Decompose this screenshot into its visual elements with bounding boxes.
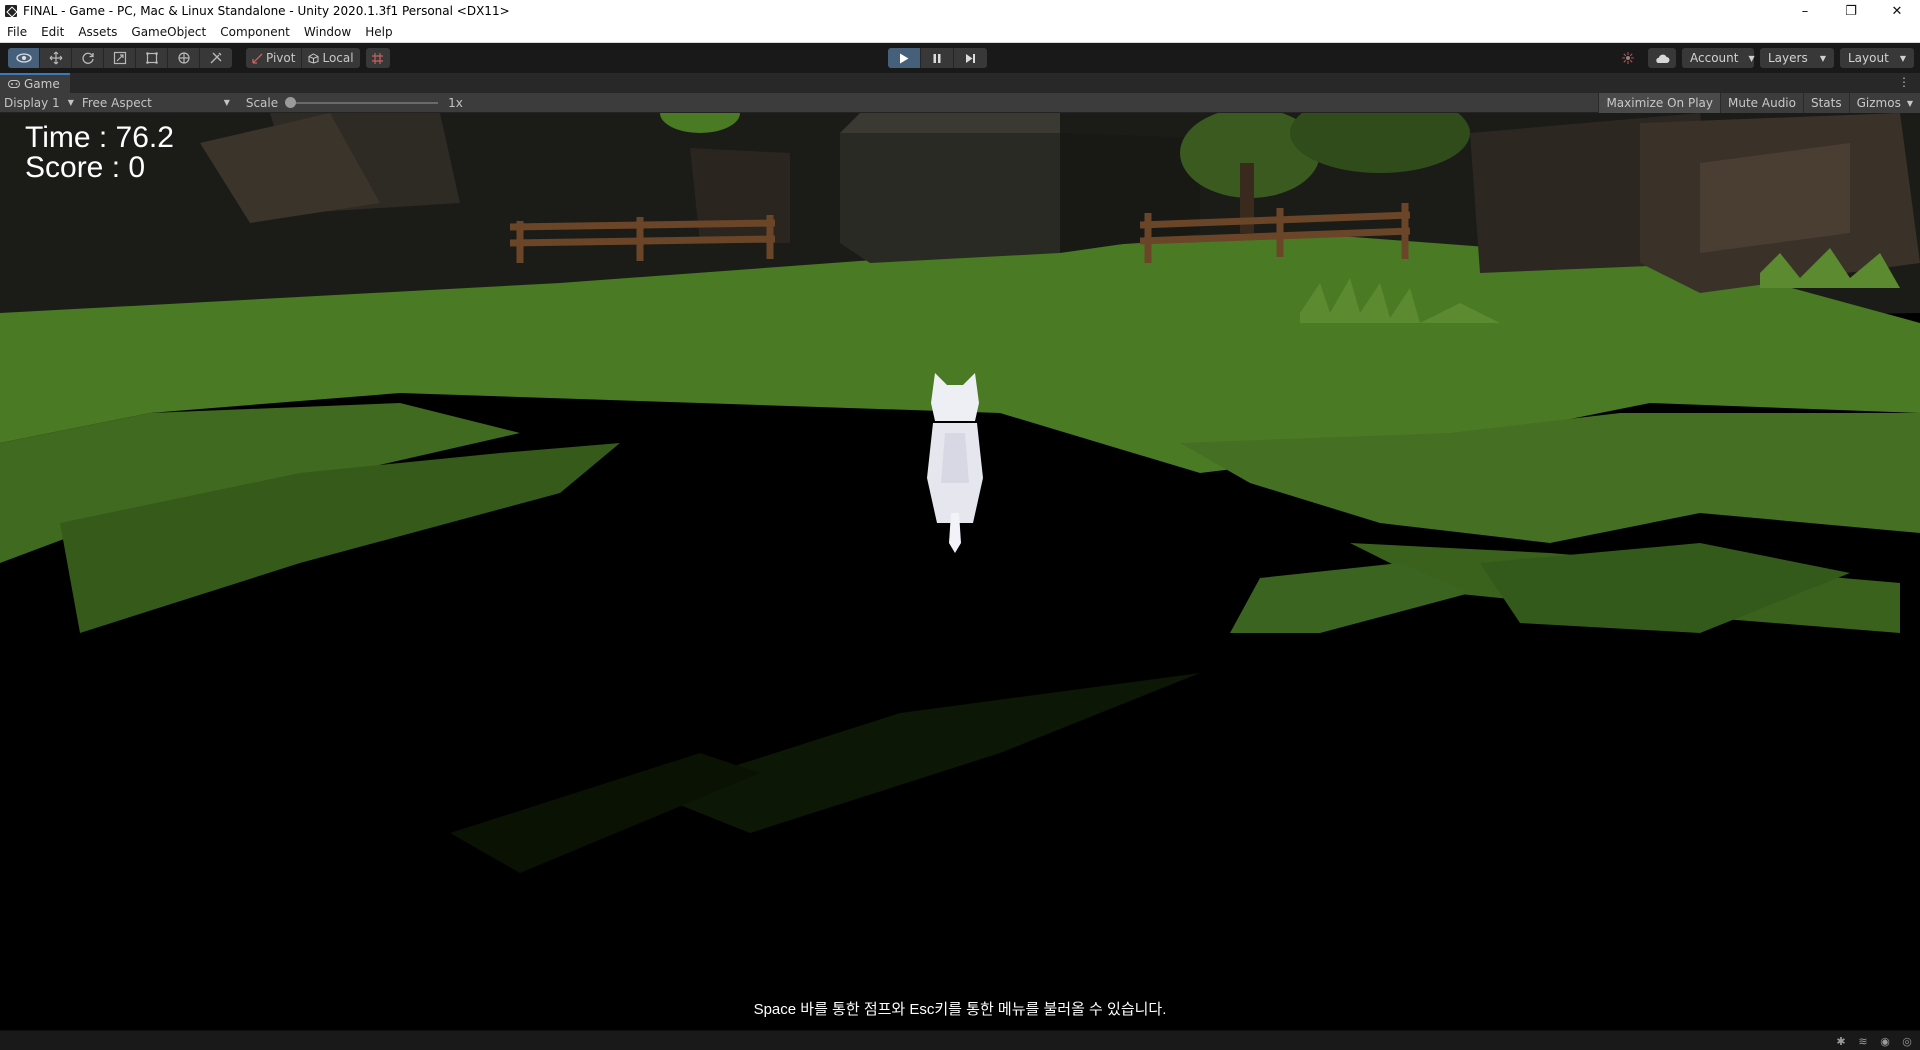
scale-label: Scale: [245, 95, 279, 110]
check-circle-icon[interactable]: ◎: [1900, 1034, 1914, 1048]
chevron-down-icon: ▼: [1748, 53, 1755, 63]
mute-audio-toggle[interactable]: Mute Audio: [1720, 93, 1803, 113]
menu-gameobject[interactable]: GameObject: [124, 22, 213, 43]
chevron-down-icon: ▼: [67, 98, 74, 107]
controls-hint: Space 바를 통한 점프와 Esc키를 통한 메뉴를 불러올 수 있습니다.: [753, 1001, 1167, 1018]
pivot-icon: [252, 53, 263, 64]
status-bar: ✱ ≋ ◉ ◎: [0, 1030, 1920, 1050]
layers-stack-icon[interactable]: ≋: [1856, 1034, 1870, 1048]
main-toolbar: Pivot Local Account ▼ Layers ▼ Layout ▼: [0, 43, 1920, 73]
layers-dropdown[interactable]: Layers ▼: [1760, 48, 1834, 68]
menu-assets[interactable]: Assets: [71, 22, 124, 43]
display-label: Display 1: [4, 95, 60, 110]
transform-tool-icon[interactable]: [168, 48, 200, 68]
play-controls: [888, 48, 987, 68]
scale-value: 1x: [448, 95, 463, 110]
layers-label: Layers: [1768, 51, 1808, 65]
maximize-on-play-toggle[interactable]: Maximize On Play: [1598, 93, 1721, 113]
local-label: Local: [322, 51, 354, 65]
title-bar: FINAL - Game - PC, Mac & Linux Standalon…: [0, 0, 1920, 22]
cloud-icon[interactable]: [1648, 48, 1676, 68]
menu-window[interactable]: Window: [297, 22, 358, 43]
move-tool-icon[interactable]: [40, 48, 72, 68]
collab-icon[interactable]: [1614, 48, 1642, 68]
chevron-down-icon: ▼: [1899, 53, 1906, 63]
menu-edit[interactable]: Edit: [34, 22, 71, 43]
pivot-toggles: Pivot Local: [246, 48, 360, 68]
layout-dropdown[interactable]: Layout ▼: [1840, 48, 1914, 68]
play-icon: [900, 53, 909, 63]
unity-logo-icon: [5, 5, 17, 17]
score-display: Score : 0: [25, 151, 146, 184]
restore-button[interactable]: ❐: [1828, 0, 1874, 22]
scale-slider[interactable]: [285, 96, 439, 108]
account-label: Account: [1690, 51, 1739, 65]
chevron-down-icon: ▼: [223, 98, 230, 107]
menu-help[interactable]: Help: [358, 22, 399, 43]
custom-tool-icon[interactable]: [200, 48, 232, 68]
rotate-tool-icon[interactable]: [72, 48, 104, 68]
window-controls: – ❐ ✕: [1782, 0, 1920, 22]
minimize-button[interactable]: –: [1782, 0, 1828, 22]
play-button[interactable]: [888, 48, 921, 68]
game-viewport[interactable]: Time : 76.2 Score : 0 Space 바를 통한 점프와 Es…: [0, 113, 1920, 1030]
chevron-down-icon: ▼: [1906, 98, 1913, 108]
panel-tab-bar: Game ⋮: [0, 73, 1920, 93]
pivot-button[interactable]: Pivot: [246, 48, 303, 68]
pause-button[interactable]: [921, 48, 954, 68]
scale-control: Scale 1x: [246, 96, 463, 110]
tab-game[interactable]: Game: [0, 73, 70, 93]
local-button[interactable]: Local: [302, 48, 360, 68]
window-title: FINAL - Game - PC, Mac & Linux Standalon…: [23, 4, 510, 18]
game-view-toggles: Maximize On Play Mute Audio Stats Gizmos…: [1598, 93, 1920, 113]
pivot-label: Pivot: [266, 51, 296, 65]
rect-tool-icon[interactable]: [136, 48, 168, 68]
account-dropdown[interactable]: Account ▼: [1682, 48, 1755, 68]
unity-editor-window: FINAL - Game - PC, Mac & Linux Standalon…: [0, 0, 1920, 1050]
gizmos-label: Gizmos: [1856, 96, 1901, 110]
pause-icon: [933, 53, 941, 63]
gamepad-icon: [8, 80, 20, 88]
more-options-icon[interactable]: ⋮: [1898, 75, 1910, 89]
game-scene: [0, 113, 1920, 1030]
bug-icon[interactable]: ✱: [1834, 1034, 1848, 1048]
status-icons: ✱ ≋ ◉ ◎: [1834, 1034, 1914, 1048]
view-tool-eye-icon[interactable]: [8, 48, 40, 68]
scale-tool-icon[interactable]: [104, 48, 136, 68]
step-icon: [966, 53, 975, 63]
close-button[interactable]: ✕: [1874, 0, 1920, 22]
grid-snap-icon[interactable]: [365, 48, 390, 68]
layout-label: Layout: [1848, 51, 1889, 65]
toolbar-right: Account ▼ Layers ▼ Layout ▼: [1614, 48, 1914, 68]
aspect-label: Free Aspect: [81, 95, 152, 110]
globe-icon[interactable]: ◉: [1878, 1034, 1892, 1048]
local-cube-icon: [308, 52, 319, 64]
transform-tools: [8, 48, 232, 68]
aspect-dropdown[interactable]: Free Aspect ▼: [78, 93, 234, 113]
menu-bar: File Edit Assets GameObject Component Wi…: [0, 22, 1920, 43]
tab-game-label: Game: [24, 77, 60, 91]
menu-file[interactable]: File: [0, 22, 34, 43]
step-button[interactable]: [954, 48, 987, 68]
scale-slider-handle[interactable]: [285, 96, 297, 108]
time-display: Time : 76.2: [25, 121, 174, 154]
gizmos-dropdown[interactable]: Gizmos ▼: [1848, 93, 1920, 113]
display-dropdown[interactable]: Display 1 ▼: [0, 93, 78, 113]
stats-toggle[interactable]: Stats: [1802, 93, 1849, 113]
game-hud: Time : 76.2 Score : 0: [25, 123, 174, 183]
game-view-toolbar: Display 1 ▼ Free Aspect ▼ Scale 1x Maximiz…: [0, 93, 1920, 113]
menu-component[interactable]: Component: [213, 22, 297, 43]
chevron-down-icon: ▼: [1819, 53, 1826, 63]
